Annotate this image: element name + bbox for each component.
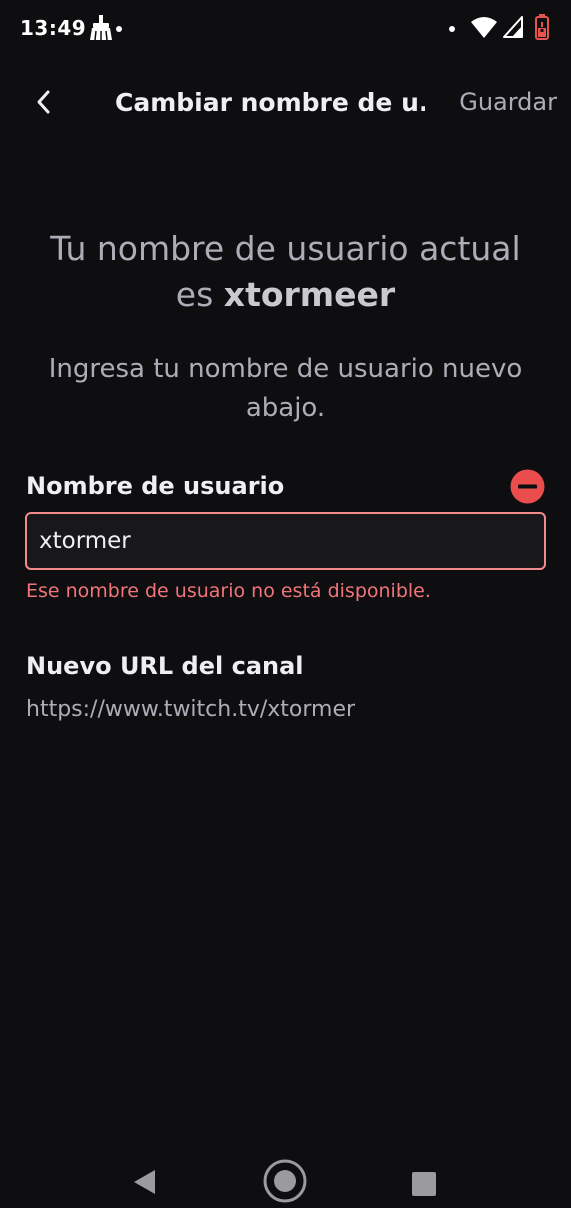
channel-url-label: Nuevo URL del canal <box>26 652 304 680</box>
battery-icon <box>535 14 549 40</box>
current-username-message: Tu nombre de usuario actual es xtormeer <box>20 226 551 318</box>
instruction-text: Ingresa tu nombre de usuario nuevo abajo… <box>48 354 523 423</box>
status-bar: 13:49 <box>0 0 571 58</box>
recents-square-icon <box>412 1172 436 1196</box>
intro-line-2: es xtormeer <box>20 272 551 318</box>
minus-circle-icon <box>510 469 545 504</box>
wifi-icon <box>470 15 498 39</box>
username-field-label: Nombre de usuario <box>26 472 285 500</box>
username-input[interactable] <box>25 512 546 570</box>
current-username: xtormeer <box>223 275 396 314</box>
back-button[interactable] <box>24 80 64 124</box>
nav-home-button[interactable] <box>262 1158 308 1204</box>
status-time: 13:49 <box>20 16 87 40</box>
username-error-message: Ese nombre de usuario no está disponible… <box>26 580 431 602</box>
cell-signal-icon <box>503 16 523 38</box>
intro-line-1: Tu nombre de usuario actual <box>50 229 521 268</box>
notification-dot-icon <box>116 26 122 32</box>
nav-recents-button[interactable] <box>412 1172 436 1196</box>
chevron-left-icon <box>37 90 50 114</box>
home-circle-icon <box>263 1159 307 1203</box>
navigation-bar <box>0 1120 571 1203</box>
intro-prefix: es <box>175 275 224 314</box>
page-title: Cambiar nombre de u... <box>115 88 425 117</box>
back-triangle-icon <box>134 1170 155 1194</box>
nav-back-button[interactable] <box>130 1167 160 1197</box>
notification-dot-icon <box>449 26 455 32</box>
channel-url-value: https://www.twitch.tv/xtormer <box>26 697 356 722</box>
save-button[interactable]: Guardar <box>459 88 557 116</box>
broom-icon <box>88 14 114 42</box>
app-bar: Cambiar nombre de u... Guardar <box>0 62 571 146</box>
